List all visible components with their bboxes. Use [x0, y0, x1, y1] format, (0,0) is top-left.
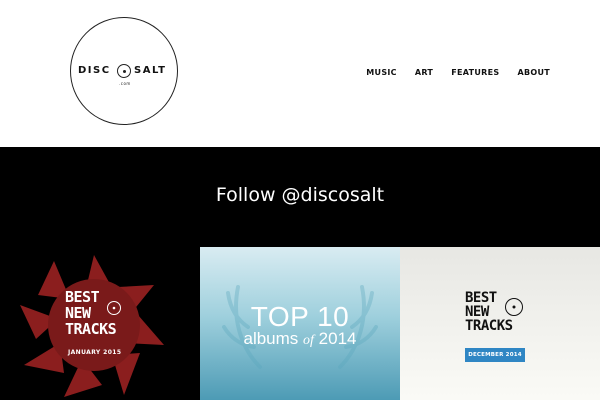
- logo-right-word: SALT: [134, 65, 167, 76]
- subtitle-albums: albums: [243, 329, 299, 348]
- tile-subtitle: albums of 2014: [200, 329, 400, 349]
- post-tile-best-new-tracks-january[interactable]: BEST NEW TRACKS JANUARY 2015: [0, 247, 200, 400]
- title-line: TRACKS: [65, 320, 117, 338]
- follow-link[interactable]: Follow @discosalt: [0, 184, 600, 206]
- tile-date-badge: DECEMBER 2014: [465, 348, 525, 362]
- vinyl-record-icon: [107, 301, 121, 315]
- subtitle-year: 2014: [318, 329, 357, 348]
- subtitle-of: of: [303, 333, 314, 348]
- title-line: TRACKS: [465, 318, 513, 334]
- logo-suffix: .com: [119, 81, 131, 86]
- logo-left-word: DISC: [78, 65, 111, 76]
- nav-art[interactable]: ART: [415, 68, 433, 77]
- title-line: NEW: [65, 304, 91, 322]
- post-tile-best-new-tracks-december[interactable]: BEST NEW TRACKS DECEMBER 2014: [400, 247, 600, 400]
- nav-music[interactable]: MUSIC: [366, 68, 397, 77]
- site-header: DISC SALT .com MUSIC ART FEATURES ABOUT: [0, 0, 600, 147]
- main-nav: MUSIC ART FEATURES ABOUT: [366, 68, 550, 77]
- tile-title: BEST NEW TRACKS: [65, 289, 145, 337]
- title-line: BEST: [65, 288, 100, 306]
- vinyl-record-icon: [505, 298, 523, 316]
- tile-subtitle: JANUARY 2015: [68, 349, 122, 356]
- post-tile-top-10-albums-2014[interactable]: TOP 10 albums of 2014: [200, 247, 400, 400]
- vinyl-center-dot: [122, 69, 126, 73]
- site-logo[interactable]: DISC SALT .com: [70, 17, 178, 125]
- nav-features[interactable]: FEATURES: [451, 68, 499, 77]
- nav-about[interactable]: ABOUT: [517, 68, 550, 77]
